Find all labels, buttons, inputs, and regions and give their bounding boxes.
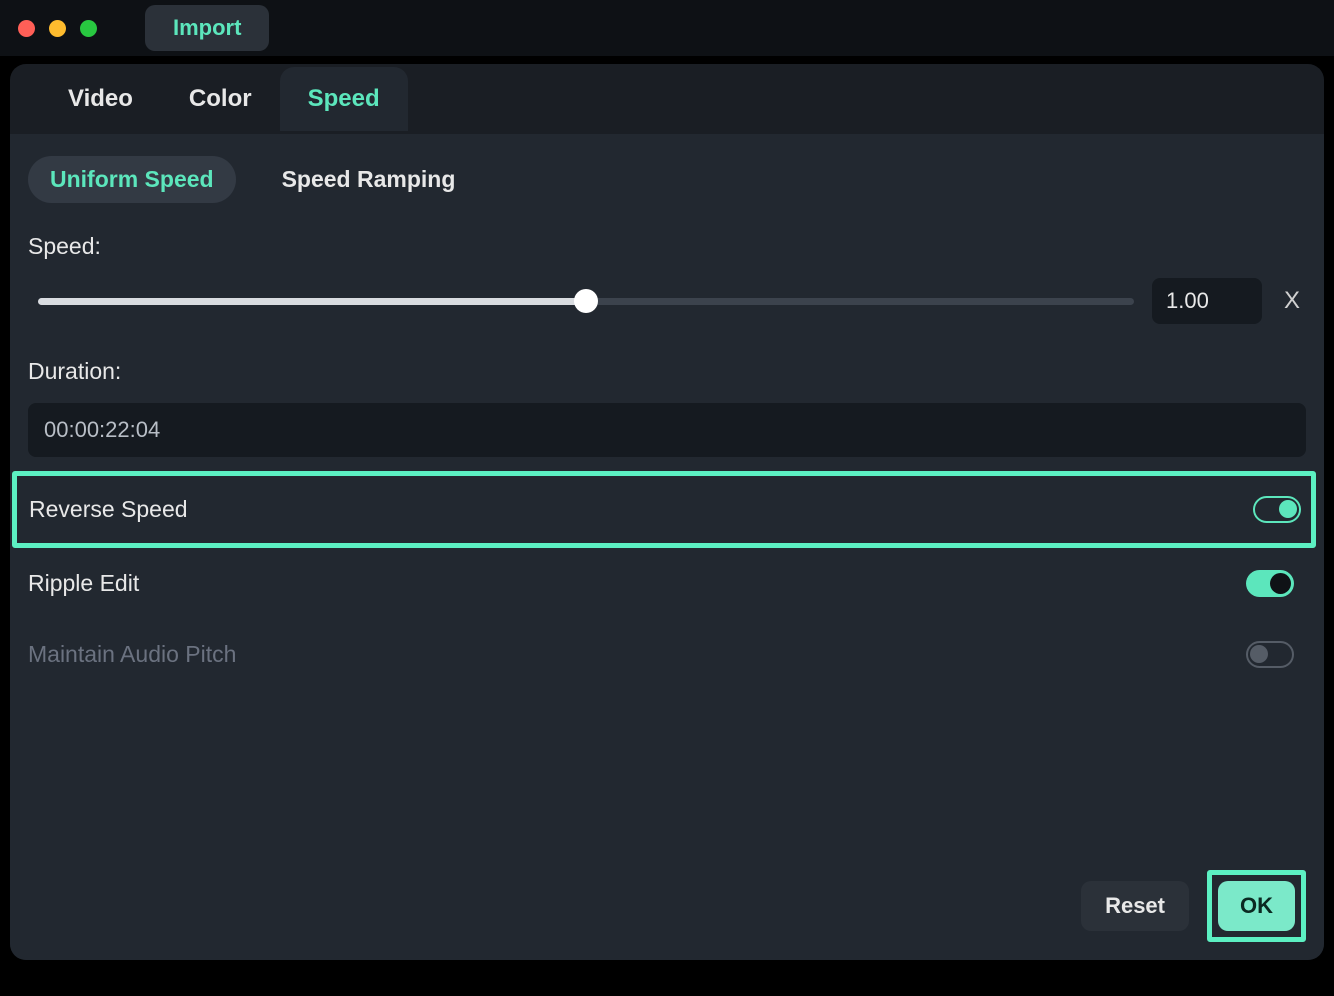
duration-input[interactable] (28, 403, 1306, 457)
import-button[interactable]: Import (145, 5, 269, 51)
speed-value-input[interactable] (1152, 278, 1262, 324)
maintain-pitch-toggle[interactable] (1246, 641, 1294, 668)
speed-slider[interactable] (38, 298, 1134, 305)
maintain-pitch-label: Maintain Audio Pitch (28, 641, 236, 668)
minimize-window-icon[interactable] (49, 20, 66, 37)
ok-button-highlight: OK (1207, 870, 1306, 942)
zoom-window-icon[interactable] (80, 20, 97, 37)
tab-video[interactable]: Video (40, 67, 161, 131)
speed-subtabs: Uniform Speed Speed Ramping (28, 156, 1306, 203)
speed-label: Speed: (28, 233, 1306, 260)
maintain-pitch-row: Maintain Audio Pitch (28, 619, 1306, 690)
speed-slider-thumb[interactable] (574, 289, 598, 313)
subtab-uniform-speed[interactable]: Uniform Speed (28, 156, 236, 203)
tab-color[interactable]: Color (161, 67, 280, 131)
panel-footer: Reset OK (1081, 870, 1306, 942)
toggle-knob-icon (1250, 645, 1268, 663)
duration-label: Duration: (28, 358, 1306, 385)
toggle-knob-icon (1270, 573, 1291, 594)
speed-unit-label: X (1284, 287, 1300, 315)
close-window-icon[interactable] (18, 20, 35, 37)
speed-tab-content: Uniform Speed Speed Ramping Speed: X Dur… (10, 134, 1324, 960)
reverse-speed-label: Reverse Speed (29, 496, 188, 523)
window-controls (18, 20, 97, 37)
toggle-knob-icon (1279, 500, 1297, 518)
ripple-edit-row: Ripple Edit (28, 548, 1306, 619)
speed-slider-fill (38, 298, 586, 305)
editor-panel: Video Color Speed Uniform Speed Speed Ra… (10, 64, 1324, 960)
subtab-speed-ramping[interactable]: Speed Ramping (260, 156, 478, 203)
tab-speed[interactable]: Speed (280, 67, 408, 131)
reset-button[interactable]: Reset (1081, 881, 1189, 931)
reverse-speed-row: Reverse Speed (29, 496, 1301, 523)
ripple-edit-label: Ripple Edit (28, 570, 139, 597)
reverse-speed-highlight: Reverse Speed (12, 471, 1316, 548)
panel-tabs: Video Color Speed (10, 64, 1324, 134)
ok-button[interactable]: OK (1218, 881, 1295, 931)
speed-control-row: X (28, 278, 1306, 324)
titlebar: Import (0, 0, 1334, 56)
reverse-speed-toggle[interactable] (1253, 496, 1301, 523)
ripple-edit-toggle[interactable] (1246, 570, 1294, 597)
